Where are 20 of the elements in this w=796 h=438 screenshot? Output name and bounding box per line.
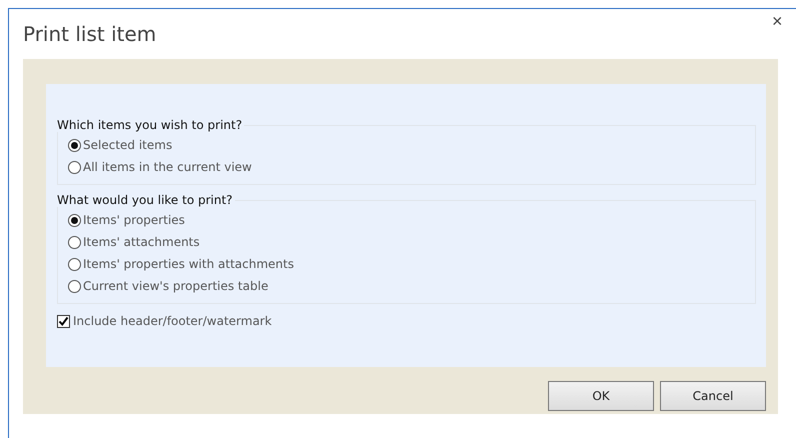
option-label: Items' properties with attachments [83,257,294,271]
checkbox[interactable] [57,314,70,328]
option-label: Current view's properties table [83,279,268,293]
radio-button[interactable] [68,138,81,152]
radio-button[interactable] [68,236,81,248]
radio-button[interactable] [68,280,81,292]
cancel-button[interactable]: Cancel [660,381,766,411]
option-label: Selected items [83,138,172,152]
group-legend: What would you like to print? [55,193,235,207]
radio-button[interactable] [68,160,81,174]
group-legend: Which items you wish to print? [55,118,244,132]
option-label: All items in the current view [83,160,252,174]
radio-button[interactable] [68,258,81,270]
close-button[interactable]: × [772,12,783,30]
option-label: Items' properties [83,213,185,227]
ok-button[interactable]: OK [548,381,654,411]
checkbox-label: Include header/footer/watermark [73,314,272,328]
dialog-title: Print list item [23,22,156,46]
option-label: Items' attachments [83,235,200,249]
radio-button[interactable] [68,214,81,226]
